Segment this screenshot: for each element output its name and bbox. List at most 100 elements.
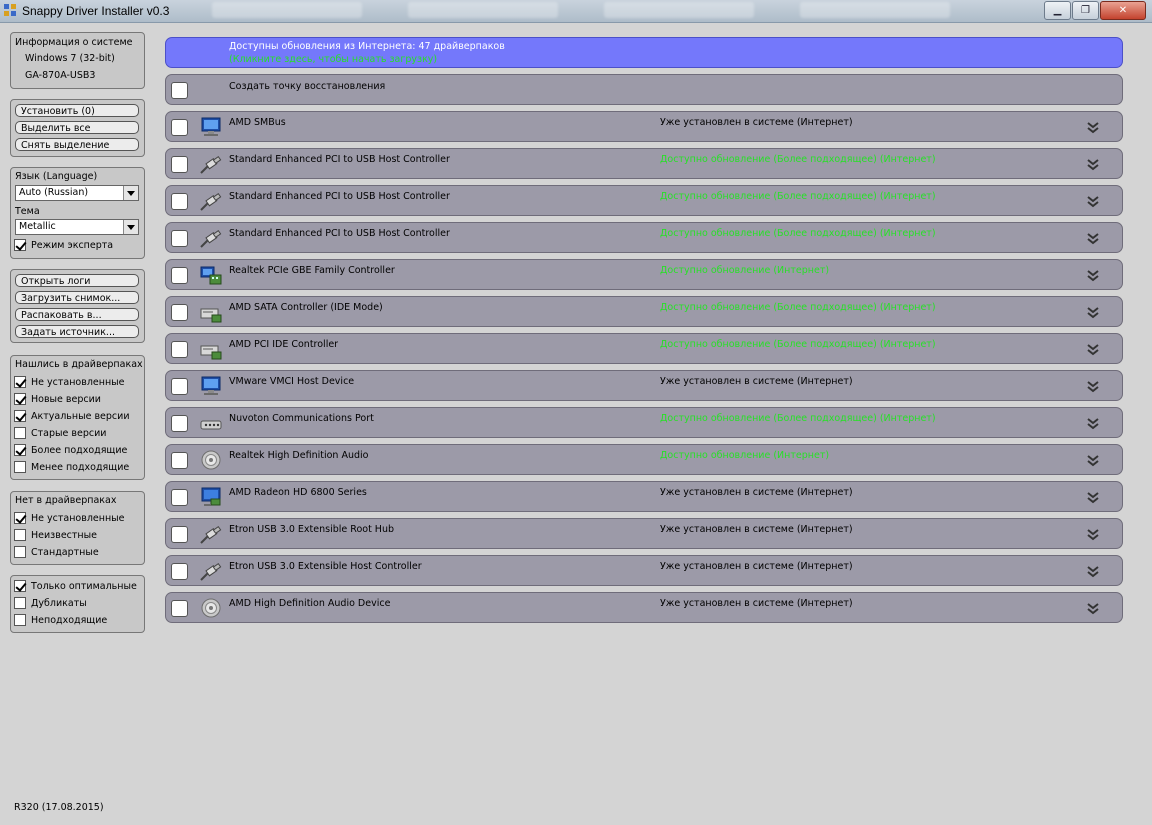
driver-row[interactable]: AMD SMBus Уже установлен в системе (Интер…	[165, 111, 1123, 142]
chevron-double-down-icon[interactable]	[1086, 454, 1100, 468]
chevron-double-down-icon[interactable]	[1086, 343, 1100, 357]
driver-checkbox[interactable]	[171, 452, 188, 469]
maximize-icon: ❐	[1081, 5, 1090, 16]
filter-label: Дубликаты	[31, 597, 87, 609]
updates-banner[interactable]: Доступны обновления из Интернета: 47 дра…	[165, 37, 1123, 68]
filter-checkbox[interactable]	[14, 597, 26, 609]
filter-checkbox-row[interactable]: Неподходящие	[14, 613, 107, 627]
extract-button[interactable]: Распаковать в...	[15, 308, 139, 321]
filter-checkbox[interactable]	[14, 444, 26, 456]
driver-row[interactable]: Standard Enhanced PCI to USB Host Contro…	[165, 185, 1123, 216]
version-label: R320 (17.08.2015)	[14, 802, 104, 813]
open-logs-button[interactable]: Открыть логи	[15, 274, 139, 287]
banner-download-link[interactable]: (Кликните здесь, чтобы начать загрузку)	[229, 54, 437, 65]
driver-checkbox[interactable]	[171, 489, 188, 506]
driver-checkbox[interactable]	[171, 267, 188, 284]
driver-row[interactable]: AMD Radeon HD 6800 Series Уже установлен …	[165, 481, 1123, 512]
filter-checkbox-row[interactable]: Новые версии	[14, 392, 101, 406]
driver-name: AMD High Definition Audio Device	[229, 598, 391, 609]
restore-point-row[interactable]: Создать точку восстановления	[165, 74, 1123, 105]
driver-row[interactable]: Realtek High Definition Audio Доступно об…	[165, 444, 1123, 475]
driver-checkbox[interactable]	[171, 415, 188, 432]
filter-checkbox-row[interactable]: Только оптимальные	[14, 579, 137, 593]
language-select[interactable]: Auto (Russian)	[15, 185, 139, 201]
select-all-button[interactable]: Выделить все	[15, 121, 139, 134]
deselect-button[interactable]: Снять выделение	[15, 138, 139, 151]
driver-name: AMD PCI IDE Controller	[229, 339, 339, 350]
driver-row[interactable]: Etron USB 3.0 Extensible Host Controller…	[165, 555, 1123, 586]
filter-checkbox-row[interactable]: Неизвестные	[14, 528, 97, 542]
install-button[interactable]: Установить (0)	[15, 104, 139, 117]
driver-name: AMD Radeon HD 6800 Series	[229, 487, 367, 498]
driver-checkbox[interactable]	[171, 341, 188, 358]
filter-checkbox-row[interactable]: Стандартные	[14, 545, 99, 559]
driver-status: Доступно обновление (Более подходящее) (…	[660, 413, 936, 424]
close-button[interactable]: ✕	[1100, 1, 1146, 20]
filter-checkbox-row[interactable]: Более подходящие	[14, 443, 127, 457]
driver-checkbox[interactable]	[171, 378, 188, 395]
driver-row[interactable]: AMD SATA Controller (IDE Mode) Доступно о…	[165, 296, 1123, 327]
driver-row[interactable]: Realtek PCIe GBE Family Controller Доступ…	[165, 259, 1123, 290]
chevron-double-down-icon[interactable]	[1086, 195, 1100, 209]
driver-row[interactable]: VMware VMCI Host Device Уже установлен в …	[165, 370, 1123, 401]
chevron-double-down-icon[interactable]	[1086, 491, 1100, 505]
expert-mode-checkbox[interactable]	[14, 239, 26, 251]
filter-checkbox[interactable]	[14, 427, 26, 439]
chevron-double-down-icon[interactable]	[1086, 417, 1100, 431]
load-snapshot-button[interactable]: Загрузить снимок...	[15, 291, 139, 304]
filter-checkbox-row[interactable]: Не установленные	[14, 511, 125, 525]
maximize-button[interactable]: ❐	[1072, 1, 1099, 20]
chevron-double-down-icon[interactable]	[1086, 602, 1100, 616]
filter-checkbox[interactable]	[14, 461, 26, 473]
filter-checkbox[interactable]	[14, 529, 26, 541]
driver-row[interactable]: AMD High Definition Audio Device Уже уста…	[165, 592, 1123, 623]
restore-point-checkbox[interactable]	[171, 82, 188, 99]
driver-checkbox[interactable]	[171, 526, 188, 543]
chevron-double-down-icon[interactable]	[1086, 232, 1100, 246]
theme-label: Тема	[15, 206, 40, 217]
driver-name: AMD SMBus	[229, 117, 286, 128]
chevron-double-down-icon[interactable]	[1086, 528, 1100, 542]
chevron-double-down-icon[interactable]	[1086, 269, 1100, 283]
monitor-icon	[201, 117, 221, 136]
expert-mode-checkbox-row[interactable]: Режим эксперта	[14, 238, 113, 252]
driver-name: Standard Enhanced PCI to USB Host Contro…	[229, 154, 450, 165]
filter-checkbox-row[interactable]: Менее подходящие	[14, 460, 129, 474]
chevron-double-down-icon[interactable]	[1086, 380, 1100, 394]
filter-checkbox-row[interactable]: Не установленные	[14, 375, 125, 389]
driver-checkbox[interactable]	[171, 193, 188, 210]
chevron-double-down-icon[interactable]	[1086, 158, 1100, 172]
driver-checkbox[interactable]	[171, 600, 188, 617]
driver-row[interactable]: Standard Enhanced PCI to USB Host Contro…	[165, 148, 1123, 179]
filter-checkbox[interactable]	[14, 512, 26, 524]
chevron-double-down-icon[interactable]	[1086, 565, 1100, 579]
theme-select[interactable]: Metallic	[15, 219, 139, 235]
set-source-button[interactable]: Задать источник...	[15, 325, 139, 338]
filter-checkbox[interactable]	[14, 614, 26, 626]
driver-row[interactable]: AMD PCI IDE Controller Доступно обновлени…	[165, 333, 1123, 364]
driver-name: Nuvoton Communications Port	[229, 413, 374, 424]
driver-row[interactable]: Nuvoton Communications Port Доступно обно…	[165, 407, 1123, 438]
driver-row[interactable]: Standard Enhanced PCI to USB Host Contro…	[165, 222, 1123, 253]
filter-checkbox[interactable]	[14, 410, 26, 422]
chevron-double-down-icon[interactable]	[1086, 306, 1100, 320]
driver-checkbox[interactable]	[171, 304, 188, 321]
chevron-double-down-icon[interactable]	[1086, 121, 1100, 135]
driver-status: Доступно обновление (Более подходящее) (…	[660, 339, 936, 350]
minimize-button[interactable]: ▁	[1044, 1, 1071, 20]
driver-checkbox[interactable]	[171, 119, 188, 136]
monitor-icon	[201, 376, 221, 395]
driver-status: Доступно обновление (Более подходящее) (…	[660, 154, 936, 165]
filter-checkbox-row[interactable]: Старые версии	[14, 426, 106, 440]
sysinfo-panel: Информация о системе Windows 7 (32-bit) …	[10, 32, 145, 89]
filter-checkbox-row[interactable]: Актуальные версии	[14, 409, 130, 423]
filter-checkbox[interactable]	[14, 580, 26, 592]
filter-checkbox[interactable]	[14, 546, 26, 558]
driver-checkbox[interactable]	[171, 230, 188, 247]
filter-checkbox-row[interactable]: Дубликаты	[14, 596, 87, 610]
filter-checkbox[interactable]	[14, 376, 26, 388]
driver-checkbox[interactable]	[171, 563, 188, 580]
driver-row[interactable]: Etron USB 3.0 Extensible Root Hub Уже уст…	[165, 518, 1123, 549]
driver-checkbox[interactable]	[171, 156, 188, 173]
filter-checkbox[interactable]	[14, 393, 26, 405]
